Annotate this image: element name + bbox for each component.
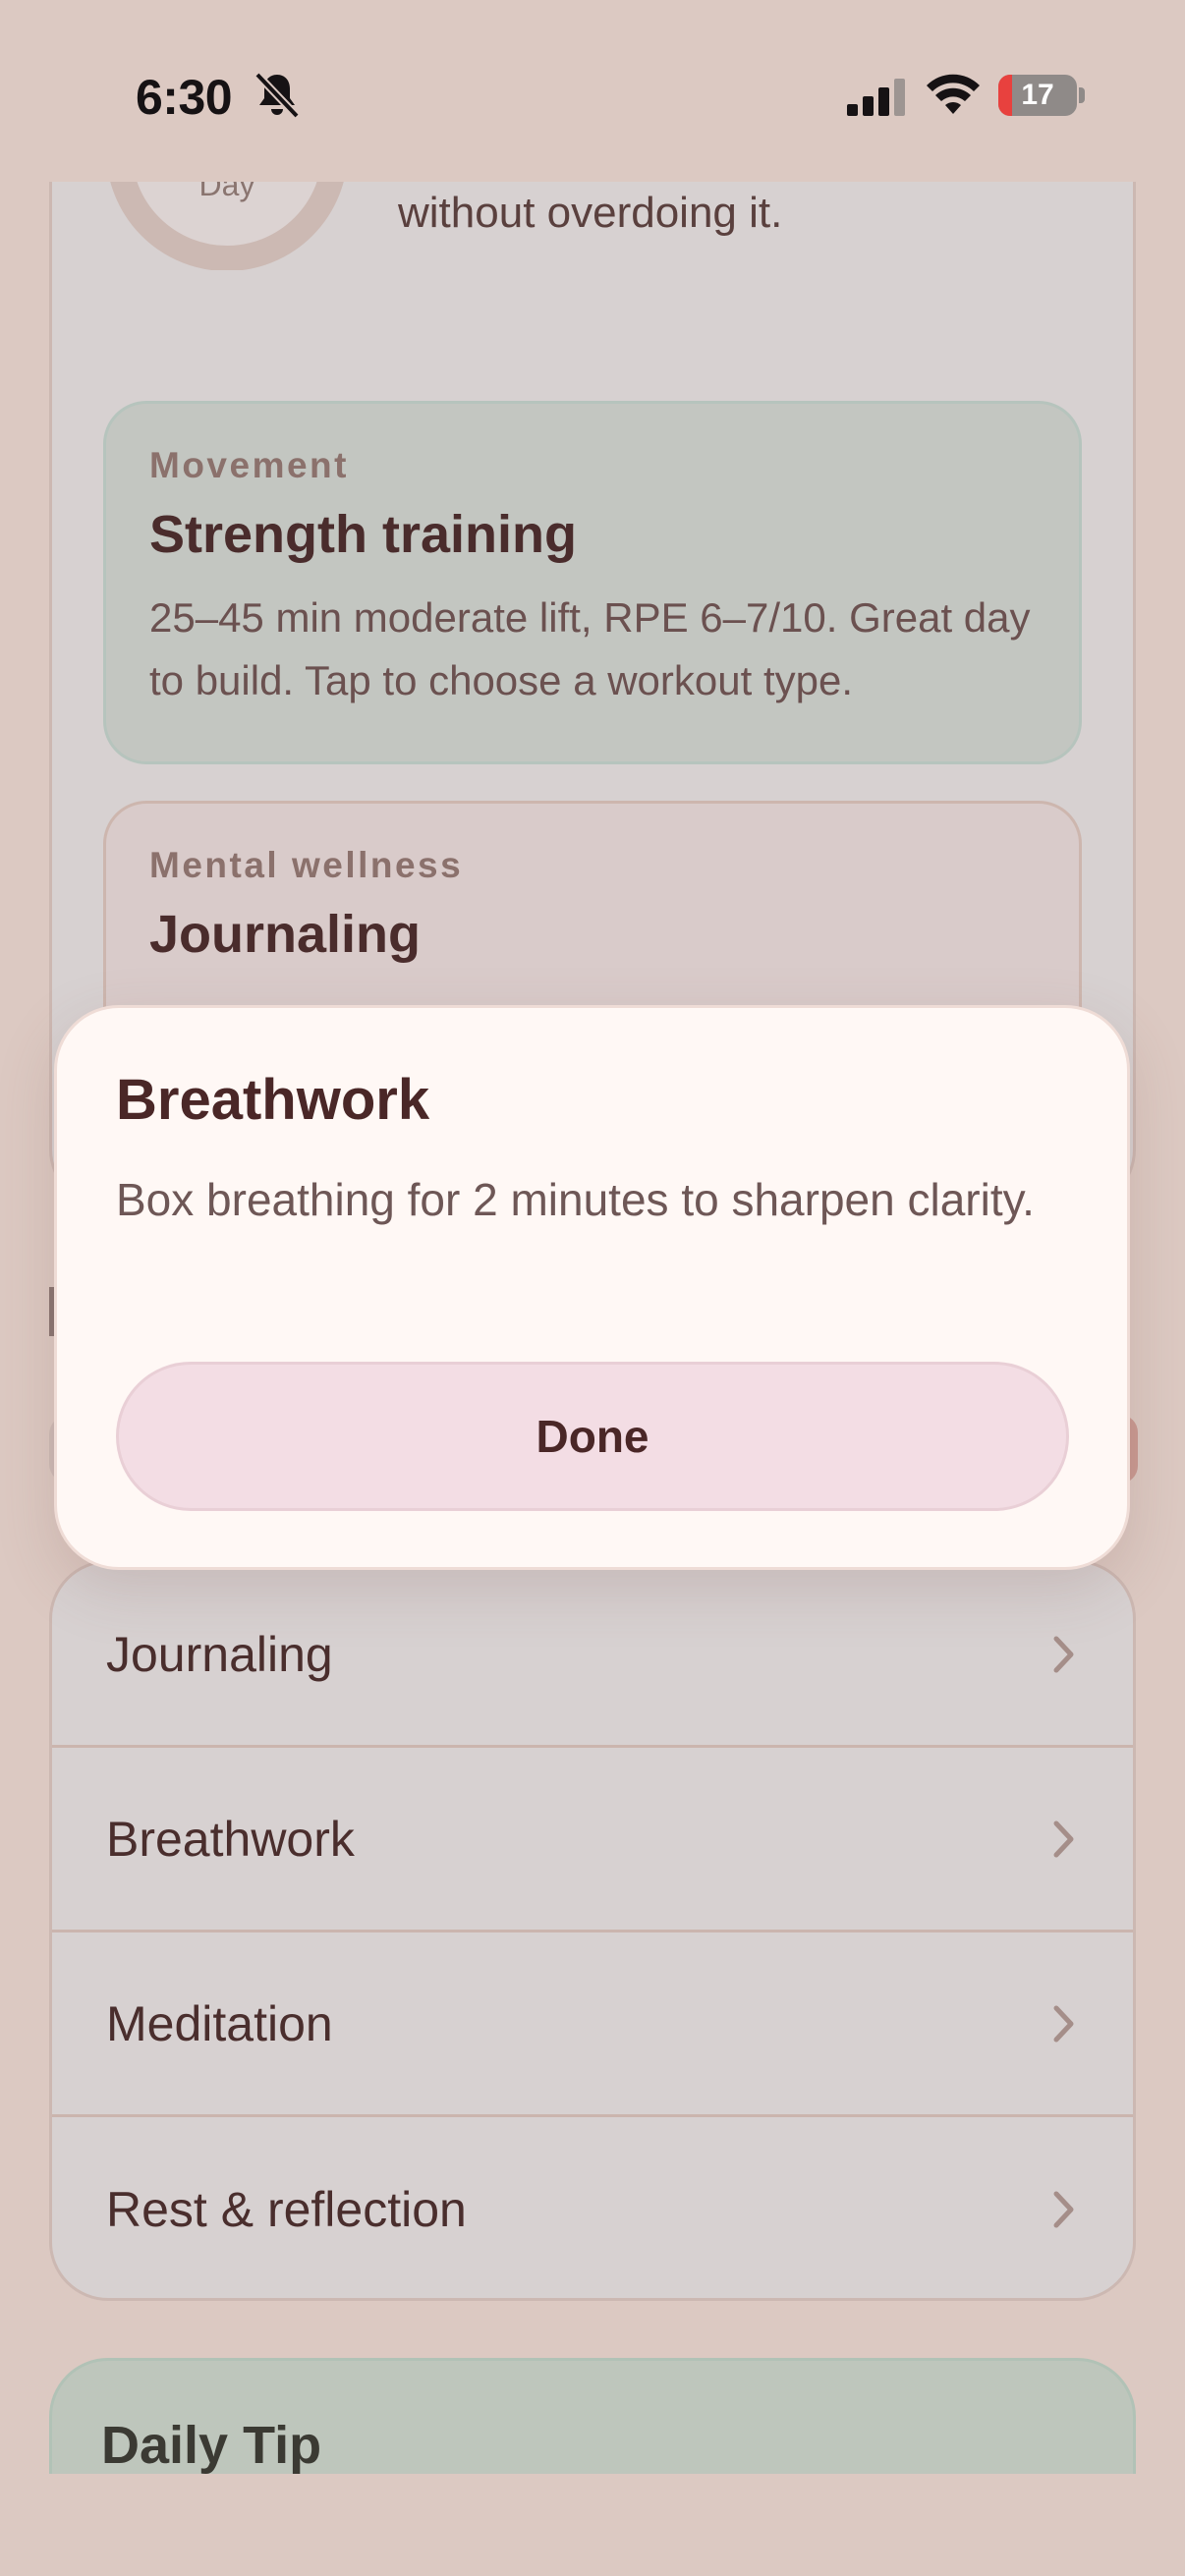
battery-icon: 17	[998, 75, 1077, 116]
rec-description: 25–45 min moderate lift, RPE 6–7/10. Gre…	[149, 594, 1031, 703]
list-item-breathwork[interactable]: Breathwork	[52, 1748, 1133, 1932]
status-time: 6:30	[136, 70, 233, 125]
list-item-journaling[interactable]: Journaling	[52, 1563, 1133, 1748]
list-item-label: Journaling	[106, 1626, 333, 1682]
wifi-icon	[927, 74, 980, 114]
rec-title: Strength training	[149, 505, 577, 564]
cellular-signal-icon	[847, 79, 905, 116]
list-item-meditation[interactable]: Meditation	[52, 1932, 1133, 2117]
chevron-right-icon	[1053, 1636, 1074, 1672]
movement-recommendation-card[interactable]: Movement Strength training 25–45 min mod…	[103, 401, 1082, 764]
status-bar: 6:30 17	[0, 0, 1185, 182]
modal-body: Box breathing for 2 minutes to sharpen c…	[116, 1174, 1035, 1225]
battery-cap	[1079, 87, 1085, 103]
rec-category: Mental wellness	[149, 845, 464, 885]
chevron-right-icon	[1053, 2005, 1074, 2042]
list-item-label: Meditation	[106, 1995, 333, 2051]
daily-tip-title: Daily Tip	[101, 2416, 322, 2475]
list-item-label: Breathwork	[106, 1811, 355, 1867]
breathwork-modal: Breathwork Box breathing for 2 minutes t…	[54, 1005, 1130, 1570]
chevron-right-icon	[1053, 2191, 1074, 2228]
practice-list: Journaling Breathwork Meditation Rest & …	[49, 1560, 1136, 2301]
phase-description: Energy is rising. Build momentum without…	[398, 189, 783, 237]
done-button[interactable]: Done	[116, 1362, 1069, 1511]
bottom-safe-area	[0, 2474, 1185, 2576]
list-item-label: Rest & reflection	[106, 2182, 467, 2237]
rec-category: Movement	[149, 445, 349, 485]
bell-slash-icon	[254, 72, 300, 119]
chevron-right-icon	[1053, 1820, 1074, 1857]
list-item-rest-reflection[interactable]: Rest & reflection	[52, 2117, 1133, 2298]
battery-level: 17	[1021, 79, 1054, 111]
phase-description-viewport: Energy is rising. Build momentum without…	[398, 182, 1086, 339]
rec-title: Journaling	[149, 905, 422, 964]
modal-title: Breathwork	[116, 1068, 430, 1132]
